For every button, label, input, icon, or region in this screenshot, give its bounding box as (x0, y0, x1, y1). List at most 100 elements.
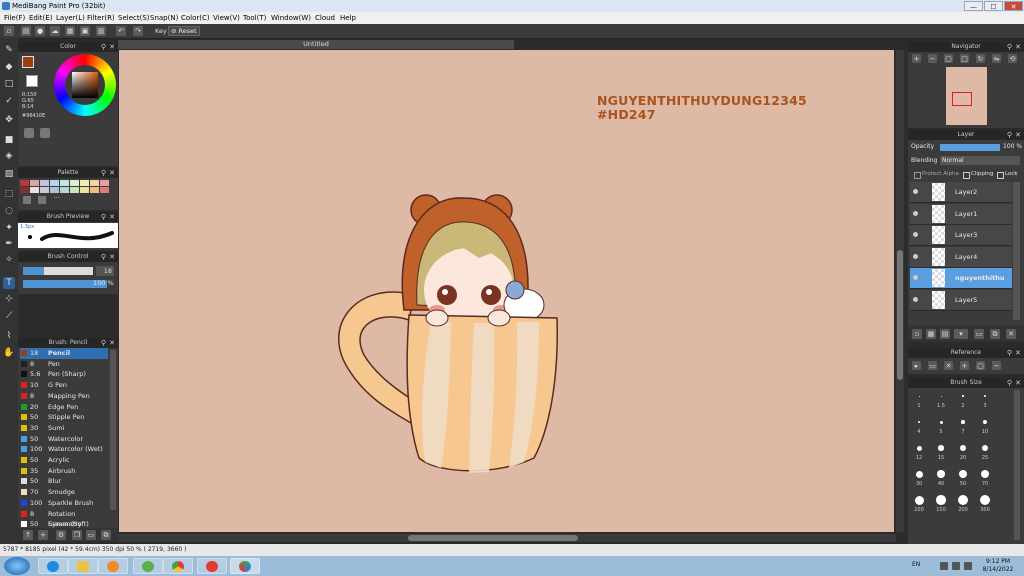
pin-icon[interactable]: ⚲ (101, 42, 106, 52)
palette-swatch[interactable] (80, 180, 89, 186)
cloud-icon[interactable]: ☁ (50, 26, 60, 36)
reset-button[interactable]: ⊘ Reset (168, 26, 200, 36)
palette-swatch[interactable] (40, 180, 49, 186)
close-icon[interactable]: ✕ (109, 212, 115, 222)
gradient-tool-icon[interactable]: ▨ (3, 168, 15, 180)
brush-tool-icon[interactable]: ✎ (3, 44, 15, 56)
hue-wheel[interactable] (54, 54, 116, 116)
vertical-scroll-thumb[interactable] (897, 250, 903, 380)
brush-size-dot[interactable] (960, 445, 966, 451)
pin-icon[interactable]: ⚲ (101, 168, 106, 178)
close-icon[interactable]: ✕ (109, 168, 115, 178)
navigator-thumbnail[interactable] (946, 67, 987, 125)
chat-icon[interactable]: ● (35, 26, 45, 36)
layer-visibility-icon[interactable] (913, 275, 918, 280)
brush-size-dot[interactable] (981, 444, 989, 452)
taskbar-app[interactable] (133, 558, 163, 574)
reference-close-icon[interactable]: ✕ (944, 361, 953, 370)
brush-item[interactable]: 50 Acrylic (20, 455, 108, 466)
layer-row[interactable]: nguyenthithu (910, 268, 1012, 289)
zoom-in-icon[interactable]: + (912, 54, 921, 63)
palette-swatch[interactable] (60, 180, 69, 186)
taskbar-app2[interactable] (197, 558, 227, 574)
brush-size-dot[interactable] (984, 395, 986, 397)
eyedropper-tool-icon[interactable]: ⌇ (3, 330, 15, 342)
close-icon[interactable]: ✕ (109, 338, 115, 348)
taskbar-ie[interactable] (38, 558, 68, 574)
copy-brush-icon[interactable]: ⧉ (101, 530, 111, 540)
brush-item[interactable]: 50 Watercolor (20, 434, 108, 445)
brush-up-icon[interactable]: ↑ (23, 530, 33, 540)
lock-checkbox[interactable] (997, 172, 1004, 179)
palette-swatch[interactable] (70, 180, 79, 186)
brush-size-dot[interactable] (980, 469, 990, 479)
layer-row[interactable]: Layer4 (910, 246, 1012, 268)
brush-size-dot[interactable] (916, 445, 922, 451)
pin-icon[interactable]: ⚲ (1007, 42, 1012, 52)
pin-icon[interactable]: ⚲ (101, 338, 106, 348)
brush-item[interactable]: 8 Mapping Pen (20, 391, 108, 402)
brush-size-value[interactable]: 18 (96, 266, 114, 276)
reference-zoom-out-icon[interactable]: − (992, 361, 1001, 370)
brush-item[interactable]: 35 Airbrush (20, 466, 108, 477)
brush-size-dot[interactable] (917, 420, 921, 424)
add-brush-icon[interactable]: + (38, 530, 48, 540)
palette-swatch[interactable] (50, 187, 59, 193)
duplicate-brush-icon[interactable]: ❐ (72, 530, 82, 540)
brush-size-dot[interactable] (914, 495, 924, 505)
undo-icon[interactable]: ↶ (116, 26, 126, 36)
brush-item[interactable]: 100 Sparkle Brush (20, 498, 108, 509)
move-tool-icon[interactable]: ✥ (3, 114, 15, 126)
actual-size-icon[interactable]: □ (960, 54, 969, 63)
brush-item[interactable]: 50 Stipple Pen (20, 412, 108, 423)
layer-visibility-icon[interactable] (913, 296, 918, 302)
pin-icon[interactable]: ⚲ (1007, 378, 1012, 388)
select-tool-icon[interactable]: ⬚ (3, 188, 15, 200)
brush-size-dot[interactable] (918, 395, 920, 397)
palette-swatch[interactable] (80, 187, 89, 193)
protect-alpha-checkbox[interactable] (914, 172, 921, 179)
eraser-tool-icon[interactable]: ◆ (3, 61, 15, 73)
reset-view-icon[interactable]: ⟲ (1008, 54, 1017, 63)
brush-size-scrollbar[interactable] (1014, 390, 1020, 540)
navigator-view-rect[interactable] (952, 92, 972, 106)
menu-window[interactable]: Window(W) (271, 12, 311, 24)
layer-visibility-icon[interactable] (913, 189, 918, 194)
select-pen-tool-icon[interactable]: ✒ (3, 238, 15, 250)
palette-swatch[interactable] (100, 180, 109, 186)
pen-tool-icon[interactable]: ✓ (3, 95, 15, 107)
image-icon[interactable]: ▣ (80, 26, 90, 36)
close-icon[interactable]: ✕ (109, 42, 115, 52)
pin-icon[interactable]: ⚲ (1007, 130, 1012, 140)
document-canvas[interactable]: NGUYENTHITHUYDUNG12345 #HD247 (119, 50, 894, 532)
layer-icon[interactable]: ▦ (65, 26, 75, 36)
palette-swatch[interactable] (30, 180, 39, 186)
add-swatch-icon[interactable] (23, 196, 31, 204)
palette-swatch[interactable] (30, 187, 39, 193)
brush-item[interactable]: 30 Sumi (20, 423, 108, 434)
layer-row[interactable]: Layer5 (910, 289, 1012, 311)
brush-size-dot[interactable] (915, 470, 923, 478)
start-button[interactable] (4, 557, 30, 575)
tray-flag-icon[interactable] (940, 562, 948, 570)
operation-tool-icon[interactable]: ⊹ (3, 293, 15, 305)
brush-item[interactable]: 70 Smudge (20, 487, 108, 498)
palette-swatch[interactable] (70, 187, 79, 193)
palette-swatch[interactable] (90, 180, 99, 186)
brush-size-dot[interactable] (979, 494, 991, 506)
taskbar-chrome[interactable] (163, 558, 193, 574)
tray-clock[interactable]: 9:12 PM 8/14/2022 (978, 558, 1018, 574)
brush-size-dot[interactable] (959, 470, 967, 478)
close-icon[interactable]: ✕ (1015, 130, 1021, 140)
magic-wand-tool-icon[interactable]: ✦ (3, 222, 15, 234)
clipping-checkbox[interactable] (963, 172, 970, 179)
color-history-icon[interactable] (24, 128, 34, 138)
brush-item[interactable]: 50 Eraser (Soft) (20, 519, 108, 528)
bucket-tool-icon[interactable]: ◈ (3, 150, 15, 162)
brush-size-slider[interactable] (23, 267, 93, 275)
delete-swatch-icon[interactable] (38, 196, 46, 204)
brush-item[interactable]: 50 Blur (20, 476, 108, 487)
sub-color-swatch[interactable] (26, 75, 38, 87)
brush-list-scrollbar[interactable] (110, 350, 116, 510)
brush-size-dot[interactable] (940, 395, 942, 397)
